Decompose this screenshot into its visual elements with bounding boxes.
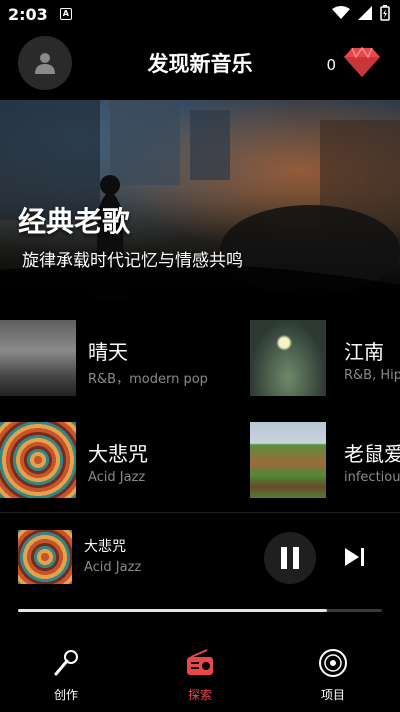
song-card[interactable]: 大悲咒 Acid Jazz: [0, 422, 240, 500]
playback-progress[interactable]: [18, 609, 382, 612]
mini-player[interactable]: 大悲咒 Acid Jazz: [0, 518, 400, 602]
now-playing-art: [18, 530, 72, 584]
song-subtitle: R&B, Hip hop: [344, 368, 400, 383]
song-card[interactable]: 晴天 R&B，modern pop: [0, 320, 240, 398]
gem-icon[interactable]: [344, 46, 380, 78]
song-card[interactable]: 江南 R&B, Hip hop: [250, 320, 400, 398]
radio-icon: [187, 649, 213, 675]
farm-field-art: [250, 422, 326, 498]
song-title: 晴天: [88, 340, 128, 364]
signal-icon: [358, 6, 372, 20]
song-title: 大悲咒: [88, 442, 148, 466]
tab-explore[interactable]: 探索: [160, 648, 240, 703]
battery-charging-icon: [380, 5, 390, 21]
tab-projects[interactable]: 项目: [293, 648, 373, 703]
song-card[interactable]: 老鼠爱大米 infectious pop: [250, 422, 400, 500]
banner-subtitle: 旋律承载时代记忆与情感共鸣: [22, 251, 243, 271]
notification-app-icon: A: [59, 8, 72, 20]
nav-label: 探索: [187, 688, 212, 702]
page-title: 发现新音乐: [147, 52, 253, 76]
bottom-nav: 创作 探索 项目: [0, 640, 400, 712]
status-icons: [332, 5, 390, 21]
song-title: 老鼠爱大米: [344, 442, 400, 466]
progress-fill: [18, 609, 328, 612]
now-playing-title: 大悲咒: [84, 539, 126, 555]
header: 发现新音乐 0: [0, 28, 400, 100]
next-track-button[interactable]: [340, 542, 370, 572]
gem-count: 0: [326, 56, 336, 74]
song-title: 江南: [344, 340, 384, 364]
mandala-art: [0, 422, 76, 498]
microphone-icon: [54, 650, 78, 676]
song-subtitle: R&B，modern pop: [88, 372, 208, 387]
nav-label: 创作: [53, 688, 78, 702]
pause-button[interactable]: [264, 532, 316, 584]
wifi-icon: [332, 6, 350, 19]
vinyl-disc-icon: [319, 649, 347, 677]
banner-title: 经典老歌: [18, 205, 131, 238]
tab-create[interactable]: 创作: [26, 648, 106, 703]
song-subtitle: Acid Jazz: [88, 470, 146, 485]
song-grid: 晴天 R&B，modern pop 江南 R&B, Hip hop 大悲咒 Ac…: [0, 318, 400, 508]
skip-next-icon: [345, 548, 364, 566]
status-bar: 2:03 A: [0, 0, 400, 28]
status-time: 2:03: [8, 4, 48, 24]
pause-icon: [281, 547, 299, 569]
nav-label: 项目: [320, 688, 345, 702]
song-subtitle: infectious pop: [344, 470, 400, 485]
now-playing-subtitle: Acid Jazz: [84, 560, 142, 575]
divider: [0, 512, 400, 513]
featured-banner[interactable]: 经典老歌 旋律承载时代记忆与情感共鸣: [0, 100, 400, 300]
moonlit-lake-art: [250, 320, 326, 396]
cloudy-tree-art: [0, 320, 76, 396]
